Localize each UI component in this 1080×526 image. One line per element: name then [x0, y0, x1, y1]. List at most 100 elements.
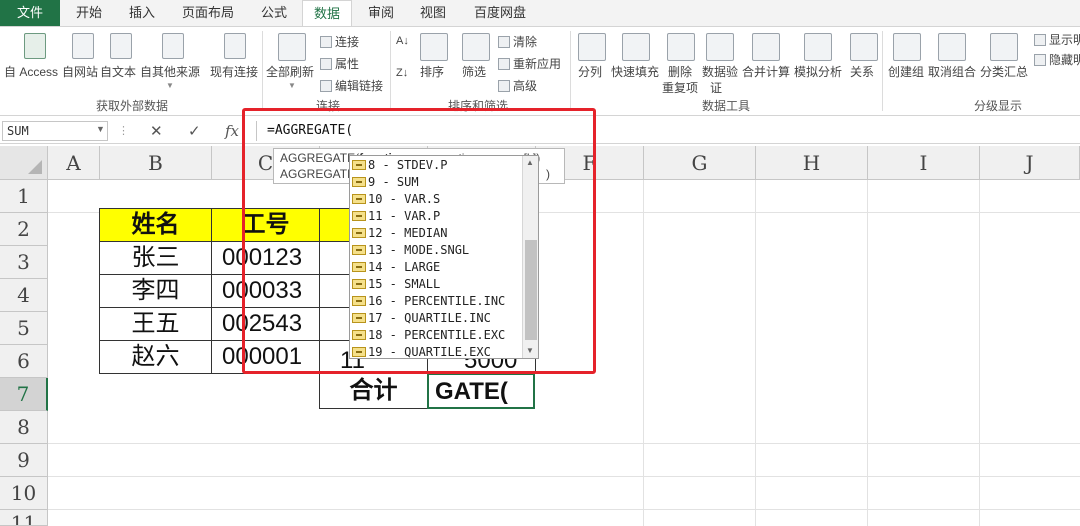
group-label-data-tools: 数据工具 [702, 99, 751, 113]
column-header-b[interactable]: B [100, 146, 212, 180]
gridline [867, 180, 868, 526]
row-header-8[interactable]: 8 [0, 411, 48, 444]
remove-duplicates-button[interactable]: 删除 [668, 63, 692, 80]
tab-file[interactable]: 文件 [0, 0, 60, 26]
ribbon-panel: 自 Access 自网站 自文本 自其他来源 ▼ 现有连接 获取外部数据 全部刷… [0, 26, 1080, 116]
row-header-9[interactable]: 9 [0, 444, 48, 477]
connections-label: 连接 [335, 35, 360, 49]
tab-review[interactable]: 审阅 [360, 0, 402, 26]
gridline [979, 180, 980, 526]
properties-label: 属性 [335, 57, 360, 71]
text-file-icon [110, 33, 132, 59]
row-header-4[interactable]: 4 [0, 279, 48, 312]
properties-icon [320, 58, 332, 70]
what-if-analysis-button[interactable]: 模拟分析 [794, 63, 842, 80]
filter-icon [462, 33, 490, 61]
tab-view[interactable]: 视图 [412, 0, 454, 26]
connections-icon [320, 36, 332, 48]
row-header-7[interactable]: 7 [0, 378, 48, 411]
clear-label: 清除 [513, 35, 538, 49]
sort-button[interactable]: 排序 [420, 63, 444, 80]
chevron-down-icon[interactable]: ▼ [96, 124, 105, 134]
row-header-5[interactable]: 5 [0, 312, 48, 345]
row-header-11[interactable]: 11 [0, 510, 48, 526]
column-header-h[interactable]: H [756, 146, 868, 180]
existing-connections-button[interactable]: 现有连接 [210, 63, 258, 80]
show-detail-button[interactable]: 显示明 [1034, 31, 1080, 48]
insert-function-button[interactable]: fx [225, 122, 239, 140]
data-validation-button-line2[interactable]: 证 [710, 79, 722, 96]
corner-triangle-icon [28, 160, 42, 174]
advanced-filter-icon [498, 80, 510, 92]
row-header-10[interactable]: 10 [0, 477, 48, 510]
column-header-i[interactable]: I [868, 146, 980, 180]
from-web-button[interactable]: 自网站 [62, 63, 98, 80]
row-header-1[interactable]: 1 [0, 180, 48, 213]
column-header-g[interactable]: G [644, 146, 756, 180]
table-cell-name[interactable]: 赵六 [99, 340, 212, 374]
what-if-analysis-icon [804, 33, 832, 61]
name-box[interactable]: SUM [2, 121, 108, 141]
from-text-button[interactable]: 自文本 [100, 63, 136, 80]
chevron-down-icon: ▼ [288, 81, 296, 90]
clear-button[interactable]: 清除 [498, 33, 537, 50]
flash-fill-button[interactable]: 快速填充 [611, 63, 659, 80]
filter-button[interactable]: 筛选 [462, 63, 486, 80]
subtotal-icon [990, 33, 1018, 61]
connections-button[interactable]: 连接 [320, 33, 359, 50]
row-header-3[interactable]: 3 [0, 246, 48, 279]
edit-links-label: 编辑链接 [335, 79, 384, 93]
consolidate-icon [752, 33, 780, 61]
advanced-label: 高级 [513, 79, 538, 93]
enter-formula-button[interactable]: ✓ [188, 122, 201, 140]
sort-descending-icon[interactable]: Z↓ [396, 67, 408, 79]
from-other-sources-button[interactable]: 自其他来源 [140, 63, 200, 80]
show-detail-icon [1034, 34, 1046, 46]
subtotal-button[interactable]: 分类汇总 [980, 63, 1028, 80]
total-label-cell[interactable]: 合计 [319, 373, 428, 409]
table-cell-name[interactable]: 王五 [99, 307, 212, 341]
select-all-corner[interactable] [0, 146, 48, 180]
row-header-6[interactable]: 6 [0, 345, 48, 378]
gridline [48, 476, 1080, 477]
ribbon-tab-bar: 文件 开始 插入 页面布局 公式 数据 审阅 视图 百度网盘 [0, 0, 1080, 27]
remove-duplicates-button-line2[interactable]: 重复项 [662, 79, 698, 96]
sort-ascending-icon[interactable]: A↓ [396, 35, 409, 47]
table-cell-name[interactable]: 张三 [99, 241, 212, 275]
access-icon [24, 33, 46, 59]
tab-page-layout[interactable]: 页面布局 [176, 0, 240, 26]
tab-insert[interactable]: 插入 [120, 0, 164, 26]
ungroup-icon [938, 33, 966, 61]
ungroup-button[interactable]: 取消组合 [928, 63, 976, 80]
data-validation-button[interactable]: 数据验 [702, 63, 738, 80]
active-cell-e7[interactable]: GATE( [427, 373, 535, 409]
hide-detail-button[interactable]: 隐藏明 [1034, 51, 1080, 68]
tab-baidu-netdisk[interactable]: 百度网盘 [466, 0, 534, 26]
text-to-columns-icon [578, 33, 606, 61]
column-header-a[interactable]: A [48, 146, 100, 180]
row-header-2[interactable]: 2 [0, 213, 48, 246]
advanced-button[interactable]: 高级 [498, 77, 537, 94]
from-access-button[interactable]: 自 Access [4, 63, 58, 80]
cancel-formula-button[interactable]: ✕ [150, 122, 163, 140]
refresh-all-button[interactable]: 全部刷新 [266, 63, 314, 80]
tab-home[interactable]: 开始 [68, 0, 110, 26]
tab-data[interactable]: 数据 [302, 0, 352, 27]
web-icon [72, 33, 94, 59]
properties-button[interactable]: 属性 [320, 55, 359, 72]
consolidate-button[interactable]: 合并计算 [742, 63, 790, 80]
edit-links-button[interactable]: 编辑链接 [320, 77, 383, 94]
chevron-down-icon: ▼ [166, 81, 174, 90]
show-detail-label: 显示明 [1049, 33, 1080, 47]
sort-icon [420, 33, 448, 61]
reapply-button[interactable]: 重新应用 [498, 55, 561, 72]
text-to-columns-button[interactable]: 分列 [578, 63, 602, 80]
group-icon [893, 33, 921, 61]
column-header-j[interactable]: J [980, 146, 1080, 180]
relationships-button[interactable]: 关系 [850, 63, 874, 80]
group-separator [570, 31, 571, 111]
table-cell-name[interactable]: 李四 [99, 274, 212, 308]
create-group-button[interactable]: 创建组 [888, 63, 924, 80]
table-header-name[interactable]: 姓名 [99, 208, 212, 242]
tab-formulas[interactable]: 公式 [252, 0, 296, 26]
